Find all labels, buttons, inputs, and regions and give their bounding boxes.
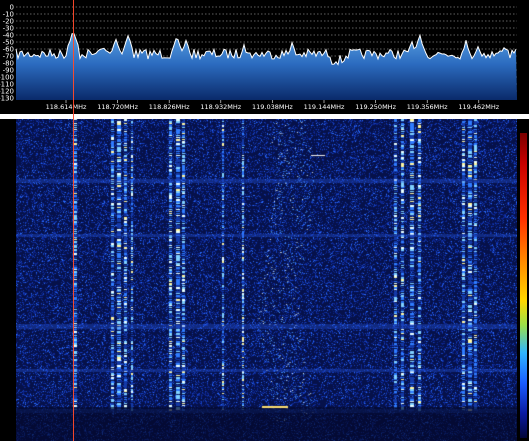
frequency-axis-label: 119.356MHz bbox=[407, 103, 448, 111]
sdr-window: 0-10-20-30-40-50-60-70-80-90-100-110-120… bbox=[0, 0, 529, 441]
frequency-axis-label: 118.932MHz bbox=[200, 103, 241, 111]
spectrum-fill bbox=[16, 33, 517, 100]
waterfall-left-margin bbox=[0, 119, 16, 441]
frequency-axis-label: 119.462MHz bbox=[458, 103, 499, 111]
frequency-axis-label: 118.826MHz bbox=[149, 103, 190, 111]
db-axis-label: -130 bbox=[0, 95, 14, 103]
spectrum-panel[interactable]: 0-10-20-30-40-50-60-70-80-90-100-110-120… bbox=[0, 0, 529, 114]
frequency-cursor[interactable] bbox=[73, 0, 74, 441]
frequency-axis-label: 119.038MHz bbox=[252, 103, 293, 111]
frequency-axis-label: 119.144MHz bbox=[304, 103, 345, 111]
waterfall-display[interactable] bbox=[16, 119, 517, 441]
frequency-axis-label: 118.720MHz bbox=[97, 103, 138, 111]
colorbar-legend bbox=[520, 133, 527, 438]
frequency-axis-label: 118.614MHz bbox=[46, 103, 87, 111]
spectrum-plot: 0-10-20-30-40-50-60-70-80-90-100-110-120… bbox=[0, 4, 517, 111]
frequency-axis-label: 119.250MHz bbox=[355, 103, 396, 111]
